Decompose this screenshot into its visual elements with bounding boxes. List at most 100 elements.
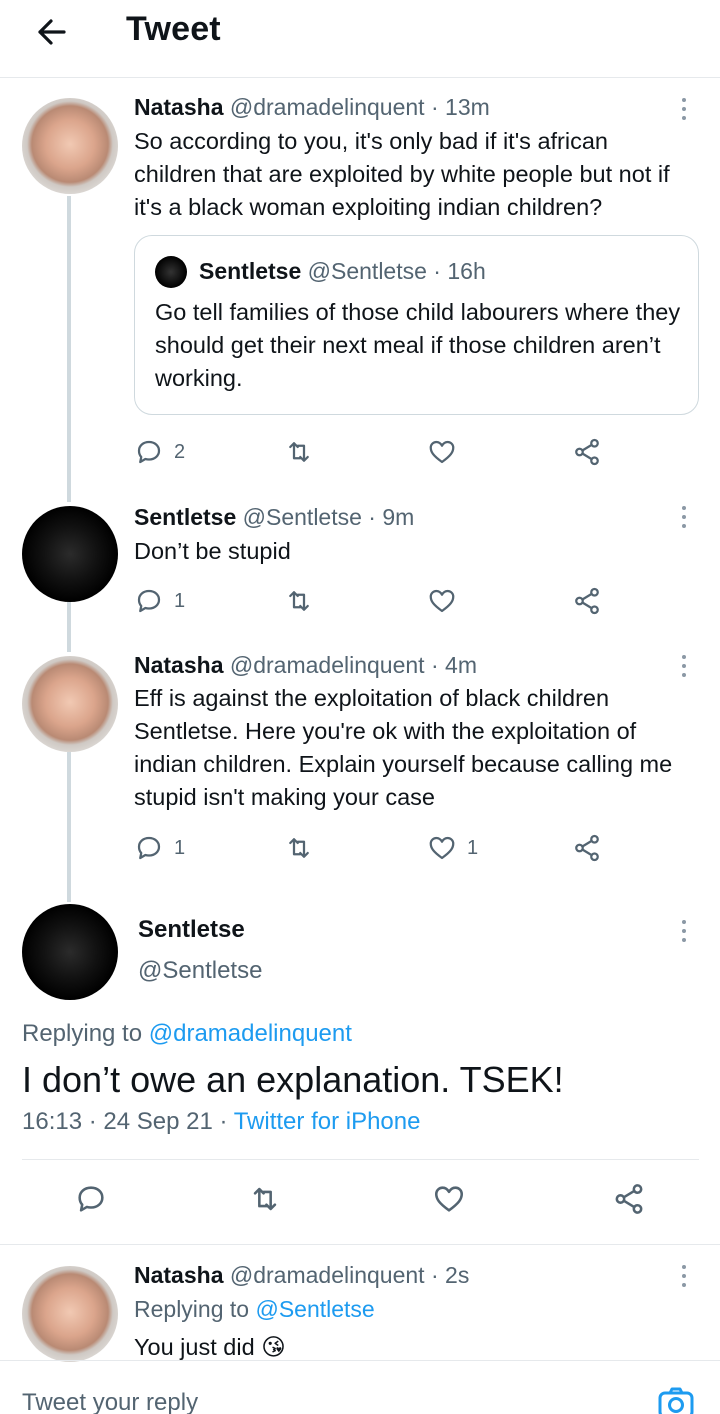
reply-button[interactable]: 2: [134, 435, 185, 469]
quoted-tweet[interactable]: Sentletse @Sentletse · 16h Go tell famil…: [134, 235, 699, 415]
replying-to: Replying to @dramadelinquent: [22, 1020, 352, 1047]
divider: [0, 1244, 720, 1245]
heart-icon: [434, 1186, 464, 1212]
tweet-actions: 1 1: [134, 831, 614, 865]
more-options-button[interactable]: [680, 655, 688, 681]
more-options-button[interactable]: [680, 506, 688, 532]
share-icon: [615, 1184, 643, 1214]
share-button[interactable]: [572, 584, 602, 618]
replying-to: Replying to @Sentletse: [134, 1296, 375, 1322]
more-options-button[interactable]: [680, 98, 688, 124]
avatar[interactable]: [22, 1266, 118, 1362]
handle[interactable]: @Sentletse: [243, 504, 362, 530]
handle[interactable]: @dramadelinquent: [230, 94, 425, 120]
reply-button[interactable]: 1: [134, 831, 185, 865]
page-title: Tweet: [126, 10, 221, 48]
heart-icon: [429, 440, 455, 464]
tweet-time: 16h: [447, 258, 486, 284]
share-button[interactable]: [612, 1182, 646, 1216]
reply-input[interactable]: Tweet your reply: [22, 1389, 198, 1414]
tweet-actions: 2: [134, 435, 614, 469]
reply-count: 1: [174, 836, 186, 859]
like-button[interactable]: [427, 584, 457, 618]
quoted-tweet-text: Go tell families of those child labourer…: [155, 299, 681, 391]
reply-button[interactable]: [74, 1182, 108, 1216]
handle[interactable]: @dramadelinquent: [230, 652, 425, 678]
reply-icon: [137, 589, 161, 613]
display-name[interactable]: Natasha: [134, 652, 223, 678]
share-icon: [575, 438, 599, 466]
reply-button[interactable]: 1: [134, 584, 185, 618]
back-button[interactable]: [32, 12, 72, 52]
tweet-time: 9m: [382, 504, 415, 530]
kiss-emoji: 😘: [261, 1334, 286, 1360]
display-name[interactable]: Natasha: [134, 1262, 223, 1288]
main-tweet-text: I don’t owe an explanation. TSEK!: [22, 1059, 564, 1100]
reply-icon: [137, 836, 161, 860]
tweet-text: Eff is against the exploitation of black…: [134, 685, 673, 810]
camera-icon: [658, 1387, 694, 1414]
retweet-icon: [289, 838, 309, 858]
source-link[interactable]: Twitter for iPhone: [234, 1108, 421, 1135]
retweet-icon: [289, 591, 309, 611]
share-icon: [575, 834, 599, 862]
tweet-header: Natasha @dramadelinquent · 4m: [134, 652, 477, 678]
like-count: 1: [467, 836, 479, 859]
tweet-time: 13m: [445, 94, 490, 120]
share-button[interactable]: [572, 831, 602, 865]
arrow-left-icon: [38, 19, 66, 45]
camera-button[interactable]: [656, 1383, 696, 1414]
like-button[interactable]: [432, 1182, 466, 1216]
reply-icon: [78, 1186, 104, 1212]
handle[interactable]: @Sentletse: [138, 957, 262, 985]
mention-link[interactable]: @Sentletse: [255, 1296, 374, 1322]
share-button[interactable]: [572, 435, 602, 469]
display-name[interactable]: Natasha: [134, 94, 223, 120]
display-name[interactable]: Sentletse: [134, 504, 236, 530]
retweet-icon: [289, 442, 309, 462]
avatar: [155, 256, 187, 288]
retweet-button[interactable]: [248, 1182, 282, 1216]
like-button[interactable]: 1: [427, 831, 478, 865]
quoted-tweet-header: Sentletse @Sentletse · 16h: [199, 258, 486, 284]
tweet-actions: 1: [134, 584, 614, 618]
heart-icon: [429, 589, 455, 613]
retweet-button[interactable]: [284, 584, 314, 618]
avatar[interactable]: [22, 506, 118, 602]
avatar[interactable]: [22, 904, 118, 1000]
share-icon: [575, 587, 599, 615]
thread-line: [67, 752, 71, 902]
tweet-time: 4m: [445, 652, 477, 678]
tweet-text: So according to you, it's only bad if it…: [134, 128, 670, 220]
tweet-header: Sentletse @Sentletse · 9m: [134, 504, 415, 530]
more-options-button[interactable]: [680, 920, 688, 946]
reply-composer[interactable]: Tweet your reply: [0, 1360, 720, 1414]
thread-line: [67, 196, 71, 502]
reply-count: 2: [174, 440, 186, 463]
tweet-text: Don’t be stupid: [134, 538, 291, 564]
main-tweet-actions: [0, 1182, 720, 1222]
retweet-button[interactable]: [284, 435, 314, 469]
more-options-button[interactable]: [680, 1265, 688, 1291]
avatar[interactable]: [22, 656, 118, 752]
top-bar: Tweet: [0, 0, 720, 78]
retweet-button[interactable]: [284, 831, 314, 865]
tweet-header: Natasha @dramadelinquent · 2s: [134, 1262, 470, 1288]
divider: [22, 1159, 699, 1160]
avatar[interactable]: [22, 98, 118, 194]
retweet-icon: [253, 1187, 277, 1211]
mention-link[interactable]: @dramadelinquent: [149, 1020, 352, 1047]
display-name[interactable]: Sentletse: [138, 916, 245, 944]
reply-count: 1: [174, 589, 186, 612]
tweet-header: Natasha @dramadelinquent · 13m: [134, 94, 490, 120]
like-button[interactable]: [427, 435, 457, 469]
display-name: Sentletse: [199, 258, 302, 284]
timestamp: 16:13 · 24 Sep 21 ·: [22, 1108, 234, 1135]
reply-icon: [137, 440, 161, 464]
heart-icon: [429, 836, 455, 860]
tweet-meta: 16:13 · 24 Sep 21 · Twitter for iPhone: [22, 1108, 420, 1136]
handle[interactable]: @dramadelinquent: [230, 1262, 425, 1288]
thread-line: [67, 602, 71, 652]
handle: @Sentletse: [307, 258, 427, 284]
tweet-time: 2s: [445, 1262, 470, 1288]
